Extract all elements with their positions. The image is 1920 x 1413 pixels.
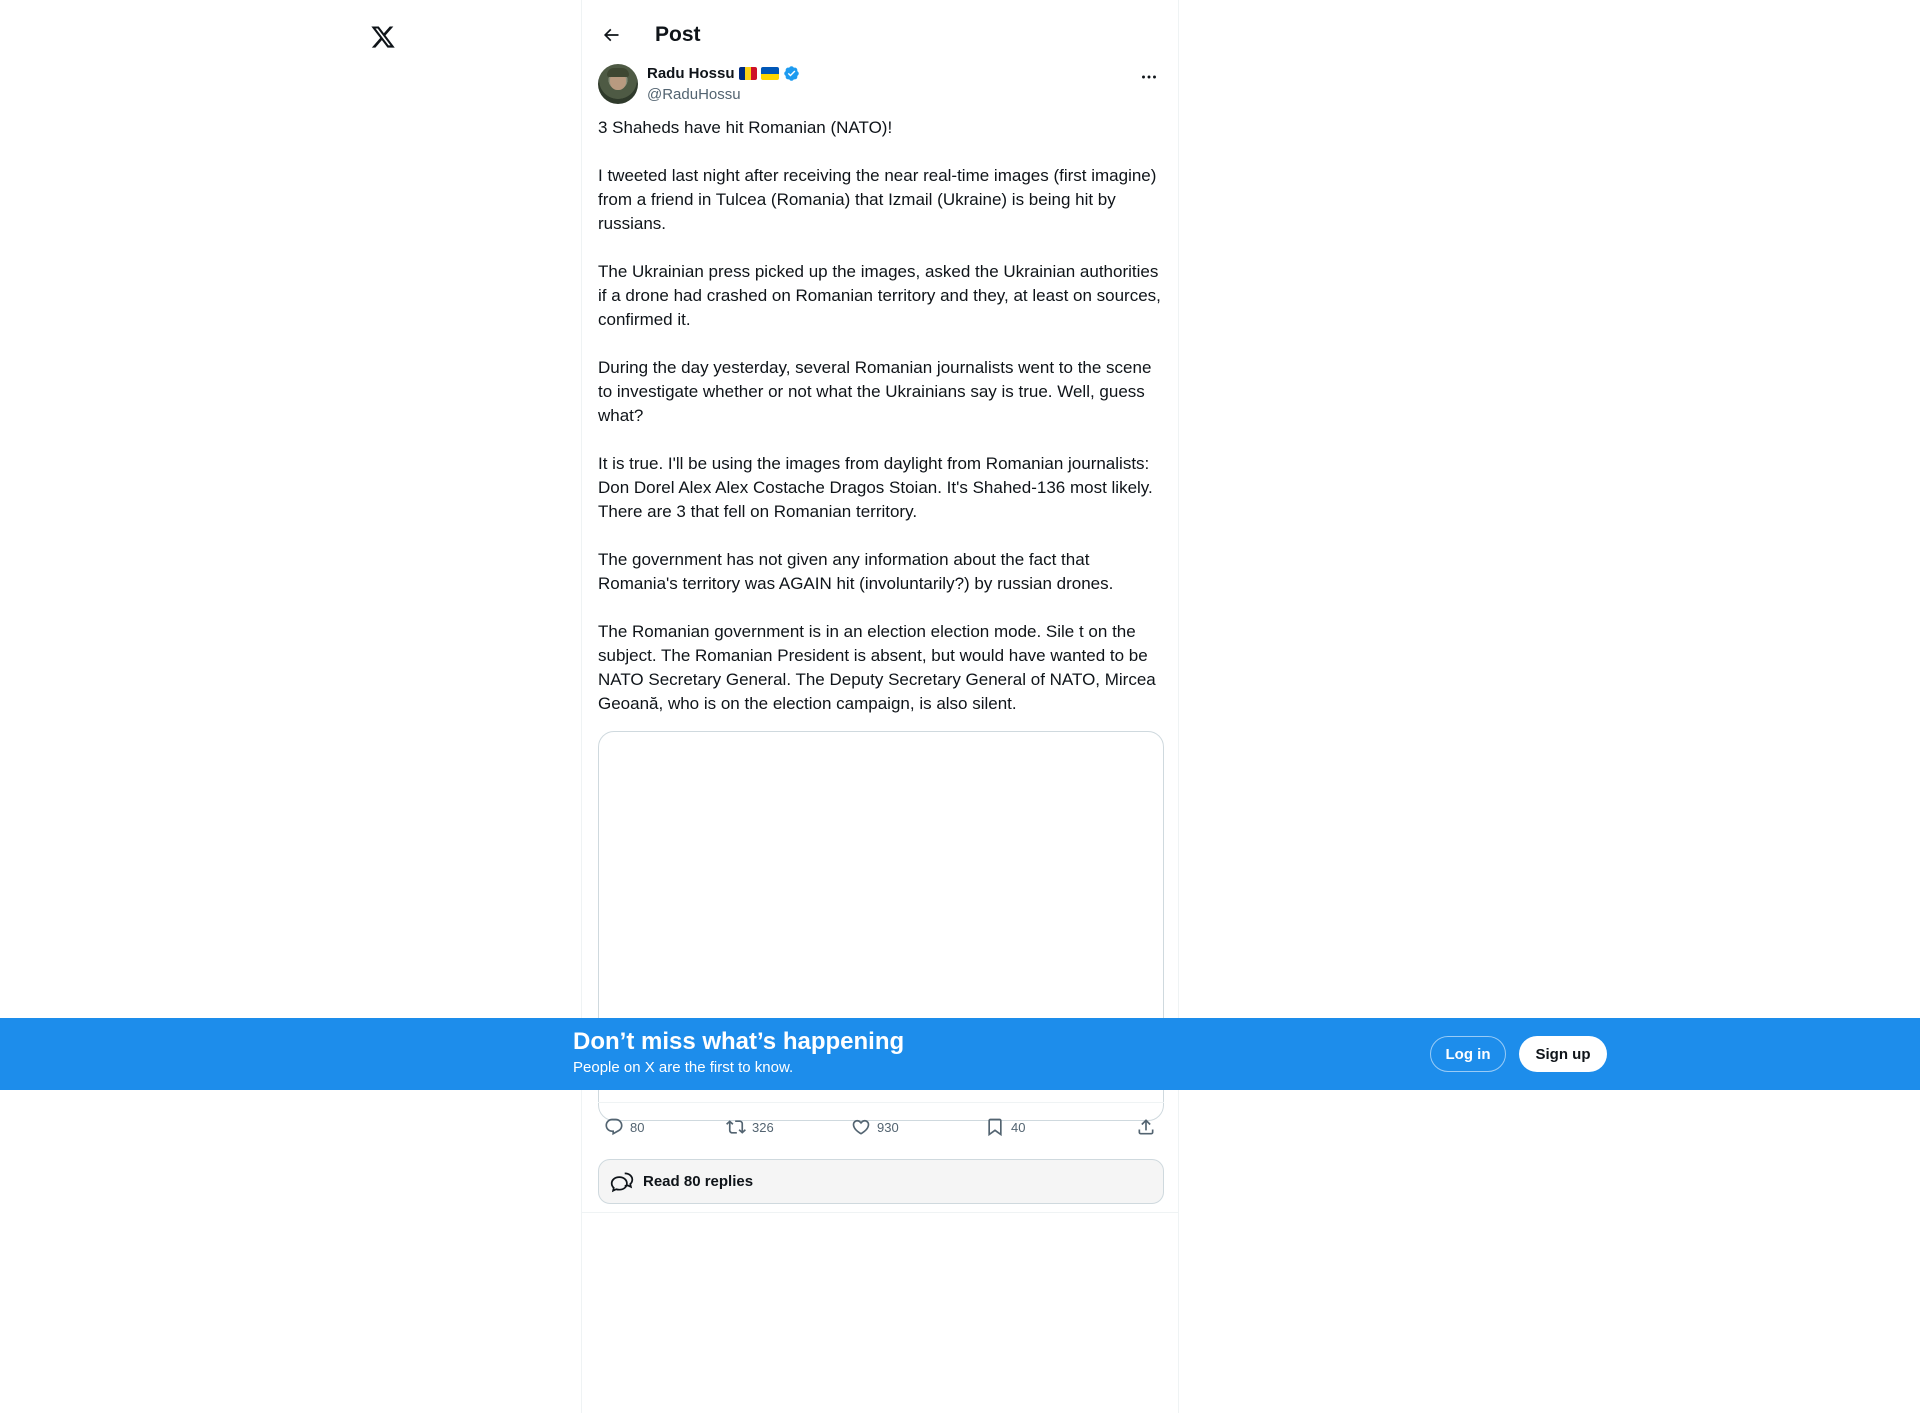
- ukraine-flag-icon: [760, 67, 779, 80]
- like-button[interactable]: 930: [851, 1110, 899, 1144]
- post-paragraph: It is true. I'll be using the images fro…: [598, 454, 1153, 521]
- post-text: 3 Shaheds have hit Romanian (NATO)! I tw…: [598, 116, 1166, 716]
- signup-button[interactable]: Sign up: [1519, 1036, 1607, 1072]
- post-paragraph: During the day yesterday, several Romani…: [598, 358, 1152, 425]
- x-logo-icon[interactable]: [370, 24, 396, 50]
- like-count: 930: [877, 1119, 899, 1135]
- reply-icon: [605, 1118, 623, 1136]
- back-button[interactable]: [598, 22, 624, 48]
- bookmark-icon: [988, 1118, 1002, 1137]
- more-options-button[interactable]: [1138, 66, 1160, 88]
- read-replies-label: Read 80 replies: [643, 1173, 754, 1190]
- post-actions: 80 326 930 40: [598, 1110, 1164, 1144]
- share-button[interactable]: [1136, 1110, 1156, 1144]
- page-title: Post: [655, 23, 701, 46]
- post-paragraph: The government has not given any informa…: [598, 550, 1114, 593]
- repost-count: 326: [752, 1119, 774, 1135]
- author-name[interactable]: Radu Hossu: [647, 65, 735, 82]
- banner-subtitle: People on X are the first to know.: [573, 1059, 794, 1076]
- share-icon: [1138, 1119, 1154, 1135]
- login-button[interactable]: Log in: [1430, 1036, 1506, 1072]
- verified-badge-icon: [783, 66, 799, 81]
- post-paragraph: I tweeted last night after receiving the…: [598, 166, 1157, 233]
- repost-button[interactable]: 326: [726, 1110, 774, 1144]
- post-paragraph: The Romanian government is in an electio…: [598, 622, 1156, 713]
- more-horizontal-icon: [1142, 75, 1156, 79]
- author-handle[interactable]: @RaduHossu: [647, 86, 741, 103]
- conversation-icon: [610, 1171, 634, 1192]
- bookmark-button[interactable]: 40: [985, 1110, 1025, 1144]
- signup-banner: Don’t miss what’s happening People on X …: [0, 1018, 1920, 1090]
- post-paragraph: 3 Shaheds have hit Romanian (NATO)!: [598, 118, 893, 137]
- main-column: Post Radu Hossu @RaduHossu 3 Shaheds hav…: [581, 0, 1179, 1413]
- post-paragraph: The Ukrainian press picked up the images…: [598, 262, 1161, 329]
- heart-icon: [852, 1119, 870, 1135]
- romania-flag-icon: [738, 67, 757, 80]
- arrow-left-icon: [603, 28, 619, 42]
- repost-icon: [726, 1120, 746, 1134]
- post-author: Radu Hossu @RaduHossu: [598, 64, 1162, 108]
- bookmark-count: 40: [1011, 1119, 1026, 1135]
- divider: [598, 1102, 1164, 1103]
- reply-count: 80: [630, 1119, 645, 1135]
- divider: [582, 1212, 1178, 1213]
- reply-button[interactable]: 80: [604, 1110, 644, 1144]
- top-bar: Post: [582, 0, 1178, 70]
- avatar[interactable]: [598, 64, 638, 104]
- author-name-row[interactable]: Radu Hossu: [647, 65, 800, 82]
- read-replies-button[interactable]: Read 80 replies: [598, 1159, 1164, 1204]
- banner-title: Don’t miss what’s happening: [573, 1028, 905, 1055]
